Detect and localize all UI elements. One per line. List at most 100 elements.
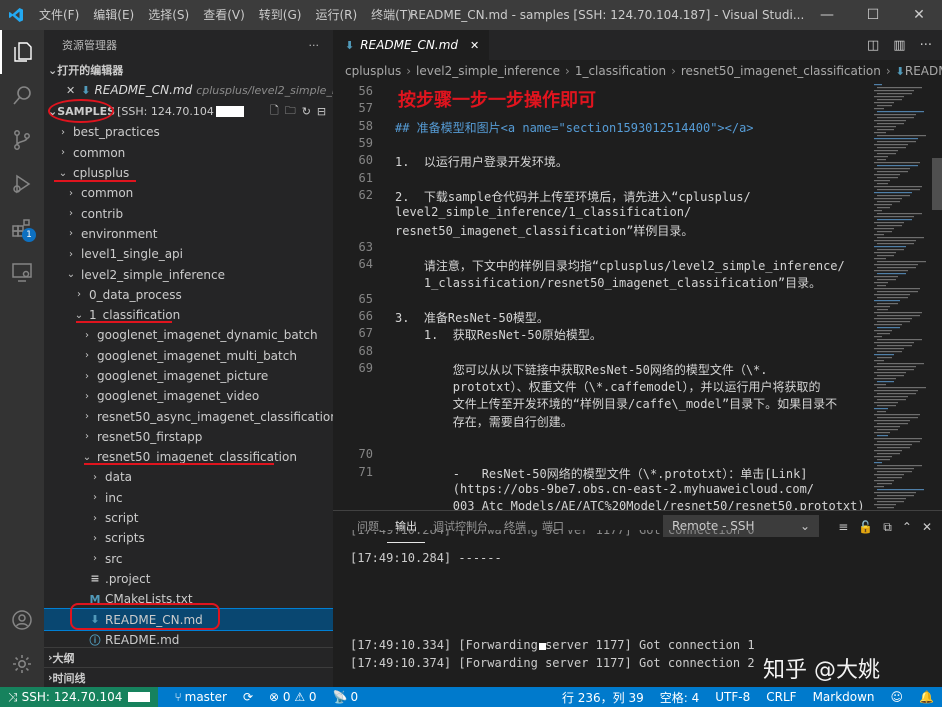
tree-folder[interactable]: ⌄ level2_simple_inference xyxy=(44,264,333,284)
indentation[interactable]: 空格: 4 xyxy=(652,689,708,706)
close-editor-icon[interactable]: ✕ xyxy=(66,84,75,97)
tree-folder[interactable]: › common xyxy=(44,143,333,163)
settings-gear-icon[interactable] xyxy=(0,642,44,686)
breadcrumb-item[interactable]: resnet50_imagenet_classification xyxy=(681,64,881,78)
source-control-icon[interactable] xyxy=(0,118,44,162)
tree-folder[interactable]: › googlenet_imagenet_picture xyxy=(44,366,333,386)
menu-item[interactable]: 选择(S) xyxy=(141,0,196,30)
explorer-title: 资源管理器 xyxy=(62,39,117,52)
chevron-right-icon: › xyxy=(77,289,81,301)
minimap[interactable] xyxy=(872,82,930,540)
menu-item[interactable]: 文件(F) xyxy=(32,0,86,30)
tree-folder[interactable]: › googlenet_imagenet_multi_batch xyxy=(44,346,333,366)
open-log-icon[interactable]: ⧉ xyxy=(883,520,892,535)
panel-tab[interactable]: 调试控制台 xyxy=(425,511,496,543)
minimize-icon[interactable]: — xyxy=(804,0,850,30)
tree-file[interactable]: ≡ .project xyxy=(44,569,333,589)
tree-folder[interactable]: › src xyxy=(44,549,333,569)
cursor-position[interactable]: 行 236，列 39 xyxy=(554,689,652,706)
tab-readme-cn[interactable]: ⬇ README_CN.md ✕ xyxy=(333,30,490,60)
code-editor[interactable]: 56 57 58 ## 准备模型和图片<a name="section15930125… xyxy=(333,82,929,540)
language-mode[interactable]: Markdown xyxy=(805,690,883,704)
minimap-line xyxy=(874,462,882,464)
tree-folder[interactable]: › inc xyxy=(44,488,333,508)
tree-folder[interactable]: › best_practices xyxy=(44,122,333,142)
open-editors-label: 打开的编辑器 xyxy=(57,64,124,77)
maximize-panel-icon[interactable]: ⌃ xyxy=(902,520,912,534)
minimap-line xyxy=(877,105,892,107)
explorer-icon[interactable] xyxy=(0,30,44,74)
tree-folder[interactable]: › environment xyxy=(44,224,333,244)
minimap-line xyxy=(877,351,902,353)
refresh-icon[interactable]: ↻ xyxy=(302,105,311,118)
panel-tab[interactable]: 输出 xyxy=(387,511,425,543)
menu-item[interactable]: 运行(R) xyxy=(308,0,364,30)
account-icon[interactable] xyxy=(0,598,44,642)
tree-folder[interactable]: › googlenet_imagenet_dynamic_batch xyxy=(44,325,333,345)
tree-folder[interactable]: › contrib xyxy=(44,203,333,223)
breadcrumb-item[interactable]: cplusplus xyxy=(345,64,401,78)
breadcrumb-item[interactable]: README_CN.md xyxy=(905,64,942,78)
code-line: resnet50_imagenet_classification”样例目录。 xyxy=(395,224,694,239)
open-editor-item[interactable]: ✕ ⬇ README_CN.md cplusplus/level2_simple… xyxy=(44,80,333,100)
minimap-line xyxy=(877,441,920,443)
timeline-section[interactable]: › 时间线 xyxy=(44,667,333,687)
tree-folder[interactable]: › common xyxy=(44,183,333,203)
search-icon[interactable] xyxy=(0,74,44,118)
tree-folder[interactable]: › googlenet_imagenet_video xyxy=(44,386,333,406)
panel-tab[interactable]: 终端 xyxy=(496,511,534,543)
open-preview-icon[interactable]: ◫ xyxy=(867,38,879,53)
split-editor-icon[interactable]: ▥ xyxy=(893,38,905,53)
outline-section[interactable]: › 大纲 xyxy=(44,647,333,667)
git-branch[interactable]: ⑂ master xyxy=(166,690,235,704)
close-icon[interactable]: ✕ xyxy=(896,0,942,30)
ports-indicator[interactable]: 📡 0 xyxy=(325,690,367,704)
menu-item[interactable]: 编辑(E) xyxy=(86,0,141,30)
tree-folder[interactable]: › level1_single_api xyxy=(44,244,333,264)
close-panel-icon[interactable]: ✕ xyxy=(922,520,932,534)
problems-indicator[interactable]: ⊗ 0 ⚠ 0 xyxy=(261,690,325,704)
tree-folder[interactable]: › resnet50_firstapp xyxy=(44,427,333,447)
collapse-all-icon[interactable]: ⊟ xyxy=(317,105,326,118)
lock-scroll-icon[interactable]: 🔓 xyxy=(858,520,873,534)
tree-folder[interactable]: › 0_data_process xyxy=(44,285,333,305)
chevron-right-icon: › xyxy=(93,492,97,504)
breadcrumb-item[interactable]: level2_simple_inference xyxy=(416,64,560,78)
new-folder-icon[interactable]: 🗀 xyxy=(285,102,296,121)
encoding[interactable]: UTF-8 xyxy=(707,690,758,704)
panel-tab[interactable]: 端口 xyxy=(534,511,572,543)
menu-item[interactable]: 查看(V) xyxy=(196,0,252,30)
clear-output-icon[interactable]: ≡ xyxy=(838,520,848,534)
git-branch-icon: ⑂ xyxy=(174,690,182,704)
panel-tab[interactable]: 问题 xyxy=(349,511,387,543)
close-tab-icon[interactable]: ✕ xyxy=(470,39,479,52)
chevron-right-icon: › xyxy=(85,431,89,443)
minimap-line xyxy=(877,465,922,467)
chevron-right-icon: › xyxy=(85,329,89,341)
chevron-right-icon: › xyxy=(85,411,89,423)
editor-scrollbar[interactable] xyxy=(930,82,942,540)
remote-indicator[interactable]: ⤨ SSH: 124.70.104 xyxy=(0,687,159,707)
new-file-icon[interactable]: 🗋 xyxy=(270,102,279,121)
sync-icon[interactable]: ⟳ xyxy=(235,690,261,704)
tree-folder[interactable]: › data xyxy=(44,467,333,487)
tree-folder[interactable]: › resnet50_async_imagenet_classification xyxy=(44,406,333,426)
menu-item[interactable]: 转到(G) xyxy=(252,0,309,30)
minimap-line xyxy=(877,255,894,257)
tree-folder[interactable]: › script xyxy=(44,508,333,528)
run-debug-icon[interactable] xyxy=(0,162,44,206)
breadcrumb-item[interactable]: 1_classification xyxy=(575,64,666,78)
scrollbar-thumb[interactable] xyxy=(932,158,942,210)
remote-explorer-icon[interactable] xyxy=(0,250,44,294)
more-actions-icon[interactable]: ··· xyxy=(920,38,932,53)
open-editors-section[interactable]: ⌄ 打开的编辑器 xyxy=(44,60,333,80)
tree-folder[interactable]: › scripts xyxy=(44,528,333,548)
minimap-line xyxy=(877,333,890,335)
minimap-line xyxy=(874,198,902,200)
maximize-icon[interactable]: ☐ xyxy=(850,0,896,30)
more-actions-icon[interactable]: ··· xyxy=(309,39,320,52)
notifications-icon[interactable]: 🔔 xyxy=(911,690,942,704)
feedback-icon[interactable]: ☺ xyxy=(883,690,912,704)
line-endings[interactable]: CRLF xyxy=(758,690,804,704)
extensions-icon[interactable]: 1 xyxy=(0,206,44,250)
